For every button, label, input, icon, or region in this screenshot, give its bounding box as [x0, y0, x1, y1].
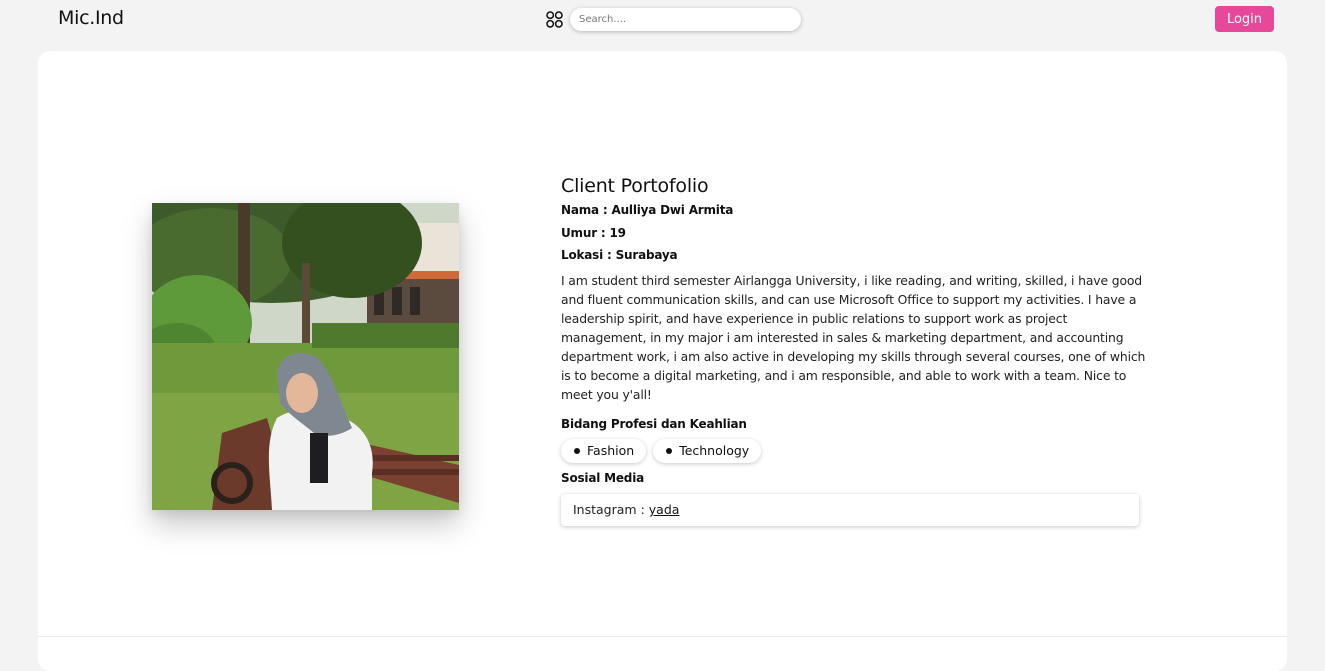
location-field: Lokasi : Surabaya	[561, 248, 678, 262]
page-title: Client Portofolio	[561, 175, 709, 197]
social-heading: Sosial Media	[561, 470, 645, 485]
login-button[interactable]: Login	[1215, 6, 1274, 32]
top-navbar: Mic.Ind Login	[0, 0, 1325, 40]
skill-tag-label: Technology	[679, 443, 750, 458]
bullet-icon	[666, 447, 673, 454]
profile-photo	[152, 203, 459, 510]
brand-logo[interactable]: Mic.Ind	[58, 7, 124, 29]
instagram-link[interactable]: yada	[649, 502, 680, 517]
bio-text: I am student third semester Airlangga Un…	[561, 272, 1146, 402]
skill-tag-label: Fashion	[587, 443, 635, 458]
apps-grid-icon[interactable]	[546, 11, 563, 28]
divider	[38, 636, 1287, 637]
age-field: Umur : 19	[561, 225, 626, 240]
skills-list: Fashion Technology	[561, 438, 1161, 463]
skill-tag[interactable]: Technology	[653, 438, 762, 463]
skills-heading: Bidang Profesi dan Keahlian	[561, 416, 747, 431]
search-input[interactable]	[570, 8, 801, 31]
profile-info: Client Portofolio Nama : Aulliya Dwi Arm…	[561, 174, 1161, 526]
bullet-icon	[574, 447, 580, 454]
name-field: Nama : Aulliya Dwi Armita	[561, 203, 734, 217]
profile-card: Client Portofolio Nama : Aulliya Dwi Arm…	[38, 51, 1287, 671]
social-platform-label: Instagram :	[573, 502, 645, 517]
social-media-box: Instagram : yada	[561, 493, 1139, 526]
skill-tag[interactable]: Fashion	[561, 438, 647, 463]
